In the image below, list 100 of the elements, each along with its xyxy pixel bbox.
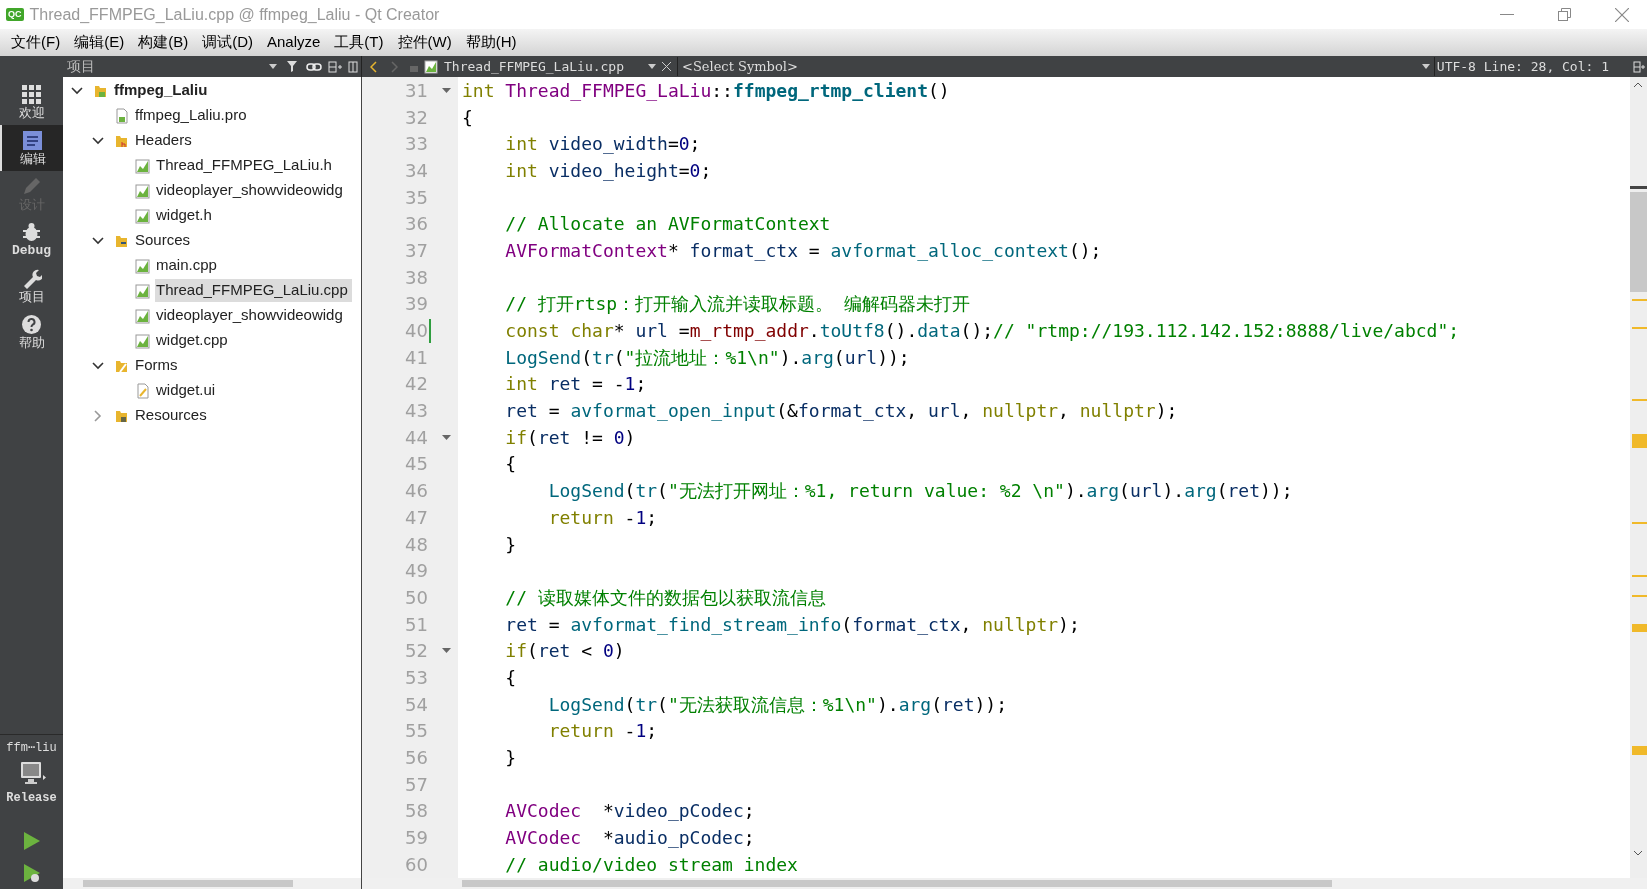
code-line: // audio/video stream index (504, 852, 798, 877)
line-number: 40 (404, 319, 428, 344)
cursor-position[interactable]: UTF-8 Line: 28, Col: 1 (1433, 56, 1609, 77)
vertical-scrollbar[interactable] (1630, 77, 1647, 878)
close-pane-icon[interactable] (348, 60, 358, 73)
line-number: 55 (404, 719, 428, 744)
tree-item[interactable]: Thread_FFMPEG_LaLiu.h (155, 154, 333, 177)
line-number: 48 (404, 532, 428, 557)
tree-item[interactable]: Resources (134, 404, 208, 427)
line-number: 38 (404, 265, 428, 290)
tree-item[interactable]: videoplayer_showvideowidg (155, 304, 344, 327)
pane-title: 项目 (67, 57, 95, 76)
menu-item[interactable]: 控件(W) (390, 31, 459, 54)
document-icon (22, 129, 43, 151)
tree-item[interactable]: Sources (134, 229, 192, 252)
minimize-icon[interactable] (1500, 13, 1514, 16)
code-line: AVCodec *video_pCodec; (504, 799, 755, 824)
line-number: 44 (404, 425, 428, 450)
code-line: // 读取媒体文件的数据包以获取流信息 (504, 585, 826, 610)
line-number: 52 (404, 639, 428, 664)
file-icon (135, 282, 150, 299)
fold-arrow-icon[interactable] (442, 648, 451, 654)
code-line: int video_height=0; (504, 158, 712, 183)
tree-item[interactable]: ffmpeg_Laliu (113, 79, 209, 102)
code-line: int Thread_FFMPEG_LaLiu::ffmpeg_rtmp_client() (462, 78, 950, 103)
link-icon[interactable] (306, 60, 322, 73)
line-number: 47 (404, 505, 428, 530)
code-line: return -1; (547, 505, 658, 530)
tree-item[interactable]: Thread_FFMPEG_LaLiu.cpp (155, 279, 352, 302)
app-logo: QC (6, 8, 24, 21)
mode-button[interactable]: 帮助 (0, 309, 63, 355)
menu-item[interactable]: 构建(B) (131, 31, 196, 54)
menu-item[interactable]: Analyze (260, 31, 328, 54)
caret-icon[interactable] (1421, 64, 1430, 69)
horizontal-scrollbar[interactable] (63, 878, 361, 889)
menu-item[interactable]: 工具(T) (327, 31, 391, 54)
code-line: const char* url =m_rtmp_addr.toUtf8().data();// "rtmp://193.112.142.152:8888/live/abcd"; (504, 319, 1460, 344)
code-line: LogSend(tr("无法打开网址：%1, return value: %2 \n").arg(url).arg(ret)); (547, 479, 1293, 504)
tree-item[interactable]: ffmpeg_Laliu.pro (134, 104, 248, 127)
file-icon (135, 382, 150, 399)
split-icon[interactable] (1633, 60, 1645, 73)
line-number: 34 (404, 158, 428, 183)
file-icon (135, 207, 150, 224)
close-icon[interactable] (662, 62, 671, 71)
code-line: // 打开rtsp：打开输入流并读取标题。 编解码器未打开 (504, 292, 971, 317)
fold-arrow-icon[interactable] (442, 87, 451, 93)
menu-item[interactable]: 文件(F) (4, 31, 68, 54)
code-line: int video_width=0; (504, 132, 701, 157)
tree-item[interactable]: widget.cpp (155, 329, 229, 352)
mode-button[interactable]: 欢迎 (0, 79, 63, 125)
symbol-selector[interactable]: <Select Symbol> (677, 56, 798, 77)
line-number: 33 (404, 132, 428, 157)
menu-item[interactable]: 调试(D) (195, 31, 260, 54)
split-icon[interactable] (328, 60, 342, 73)
menu-item[interactable]: 编辑(E) (67, 31, 132, 54)
line-number: 51 (404, 612, 428, 637)
file-icon (135, 257, 150, 274)
file-icon (114, 107, 129, 124)
code-line: { (504, 665, 517, 690)
mode-button[interactable]: 编辑 (0, 125, 63, 171)
code-line: } (504, 532, 517, 557)
tree-item[interactable]: main.cpp (155, 254, 218, 277)
caret-icon[interactable] (269, 64, 277, 69)
restore-icon[interactable] (1558, 8, 1571, 21)
mode-button[interactable]: Debug (0, 217, 63, 263)
file-icon (135, 307, 150, 324)
line-number: 59 (404, 826, 428, 851)
tree-item[interactable]: Headers (134, 129, 193, 152)
line-number: 49 (404, 559, 428, 584)
code-line: { (504, 452, 517, 477)
code-line: } (504, 746, 517, 771)
fold-arrow-icon[interactable] (442, 434, 451, 440)
tree-item[interactable]: widget.ui (155, 379, 217, 402)
line-number: 32 (404, 105, 428, 130)
close-icon[interactable] (1615, 7, 1629, 22)
menu-item[interactable]: 帮助(H) (458, 31, 524, 54)
caret-icon[interactable] (648, 64, 656, 69)
mode-button[interactable]: 项目 (0, 263, 63, 309)
horizontal-scrollbar[interactable] (362, 878, 1647, 889)
file-icon (135, 332, 150, 349)
code-line: { (462, 105, 473, 130)
tree-item[interactable]: Forms (134, 354, 179, 377)
build-configuration[interactable]: Release (6, 789, 57, 807)
back-icon[interactable] (370, 60, 378, 73)
run-icon[interactable] (22, 831, 41, 851)
line-number: 50 (404, 585, 428, 610)
file-selector[interactable]: Thread_FFMPEG_LaLiu.cpp (444, 56, 624, 77)
pencil-icon (21, 175, 42, 197)
line-number: 36 (404, 212, 428, 237)
line-number: 41 (404, 345, 428, 370)
tree-item[interactable]: widget.h (155, 204, 213, 227)
tree-item[interactable]: videoplayer_showvideowidg (155, 179, 344, 202)
code-line: // Allocate an AVFormatContext (504, 212, 831, 237)
file-icon (135, 182, 150, 199)
filter-icon[interactable] (286, 60, 300, 73)
debug-run-icon[interactable] (22, 863, 41, 883)
line-number: 46 (404, 479, 428, 504)
project-name[interactable]: ffm⋯liu (6, 739, 57, 757)
code-line: ret = avformat_open_input(&format_ctx, url, nullptr, nullptr); (504, 399, 1178, 424)
code-line: ret = avformat_find_stream_info(format_ctx, nullptr); (504, 612, 1080, 637)
